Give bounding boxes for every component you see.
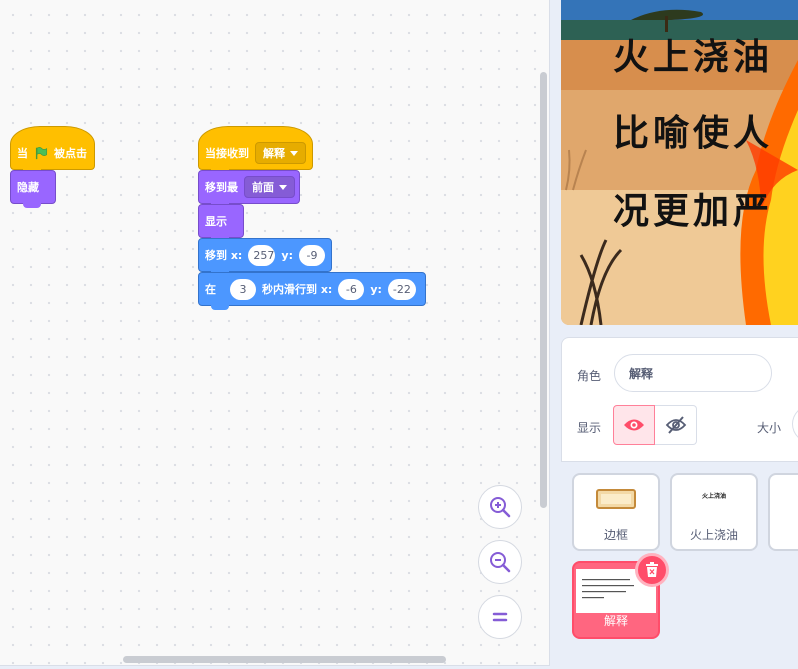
equals-icon — [492, 612, 508, 622]
eye-icon — [624, 419, 644, 431]
stage-text-line-3: 况更加严 — [613, 190, 774, 232]
show-toggle-button[interactable] — [613, 405, 655, 445]
glide-to-xy-block[interactable]: 在 3 秒内滑行到 x: -6 y: -22 — [198, 272, 426, 310]
hide-label: 隐藏 — [17, 181, 39, 194]
layer-value: 前面 — [252, 181, 274, 194]
go-to-xy-block[interactable]: 移到 x: 257 y: -9 — [198, 238, 332, 276]
sprite-name-input[interactable] — [614, 354, 772, 392]
glide-y-input[interactable]: -22 — [387, 278, 416, 300]
x-input[interactable]: 257 — [248, 244, 276, 266]
green-flag-icon — [35, 147, 48, 160]
code-workspace[interactable]: 当 被点击 隐藏 当接收到 解释 移到最 前面 显示 移到 x: 257 y: … — [0, 0, 550, 666]
horizontal-scrollbar[interactable] — [123, 656, 446, 663]
size-label: 大小 — [757, 421, 782, 435]
sprite-tile-label: 解释 — [603, 614, 628, 628]
hide-toggle-button[interactable] — [655, 405, 697, 445]
stage-text-line-2: 比喻使人 — [613, 112, 774, 154]
y-input[interactable]: -9 — [299, 244, 325, 266]
message-dropdown[interactable]: 解释 — [255, 142, 306, 164]
go-to-layer-block[interactable]: 移到最 前面 — [198, 170, 300, 208]
sprite-tile-partial[interactable] — [768, 473, 798, 551]
glide-mid-label: 秒内滑行到 x: — [262, 283, 333, 296]
glide-x-input[interactable]: -6 — [338, 278, 365, 300]
layer-dropdown[interactable]: 前面 — [244, 176, 295, 198]
chevron-down-icon — [279, 184, 287, 190]
seconds-input[interactable]: 3 — [230, 278, 256, 300]
chevron-down-icon — [290, 150, 298, 156]
sprite-thumbnail-text: 火上浇油 — [701, 493, 726, 500]
vertical-scrollbar[interactable] — [540, 72, 547, 508]
hat-prefix-label: 当 — [17, 147, 28, 160]
sprite-list: 边框 火上浇油 火上浇油 解释 — [561, 462, 798, 669]
when-flag-clicked-block[interactable]: 当 被点击 — [10, 126, 95, 174]
zoom-in-button[interactable] — [478, 485, 522, 529]
sprite-tile-label: 边框 — [603, 528, 628, 542]
zoom-reset-button[interactable] — [478, 595, 522, 639]
sprite-tile-border[interactable]: 边框 — [572, 473, 660, 551]
hide-block[interactable]: 隐藏 — [10, 170, 56, 208]
border-thumbnail — [596, 489, 636, 509]
sprite-label: 角色 — [577, 369, 602, 383]
show-block[interactable]: 显示 — [198, 204, 244, 242]
when-receive-label: 当接收到 — [205, 147, 249, 160]
sprite-info-panel: 角色 显示 大小 — [561, 337, 798, 462]
hat-suffix-label: 被点击 — [54, 147, 87, 160]
zoom-in-icon — [490, 497, 511, 518]
zoom-out-button[interactable] — [478, 540, 522, 584]
sprite-tile-label: 火上浇油 — [689, 528, 738, 542]
y-label: y: — [281, 248, 293, 262]
message-value: 解释 — [263, 147, 285, 160]
eye-slash-icon — [665, 416, 686, 434]
glide-prefix-label: 在 — [205, 283, 216, 296]
zoom-out-icon — [490, 552, 511, 573]
sprite-tile-huoshangjiaoyou[interactable]: 火上浇油 火上浇油 — [670, 473, 758, 551]
show-label: 显示 — [577, 421, 602, 435]
delete-sprite-button[interactable] — [635, 553, 669, 587]
go-to-layer-label: 移到最 — [205, 181, 238, 194]
stage-text-line-1: 火上浇油 — [613, 36, 774, 78]
glide-y-label: y: — [370, 282, 382, 296]
go-to-label: 移到 x: — [205, 249, 243, 262]
when-i-receive-block[interactable]: 当接收到 解释 — [198, 126, 313, 174]
stage[interactable]: 火上浇油 比喻使人 况更加严 — [561, 0, 798, 325]
show-label: 显示 — [205, 215, 227, 228]
trash-icon — [646, 562, 658, 577]
size-input[interactable] — [792, 405, 798, 443]
